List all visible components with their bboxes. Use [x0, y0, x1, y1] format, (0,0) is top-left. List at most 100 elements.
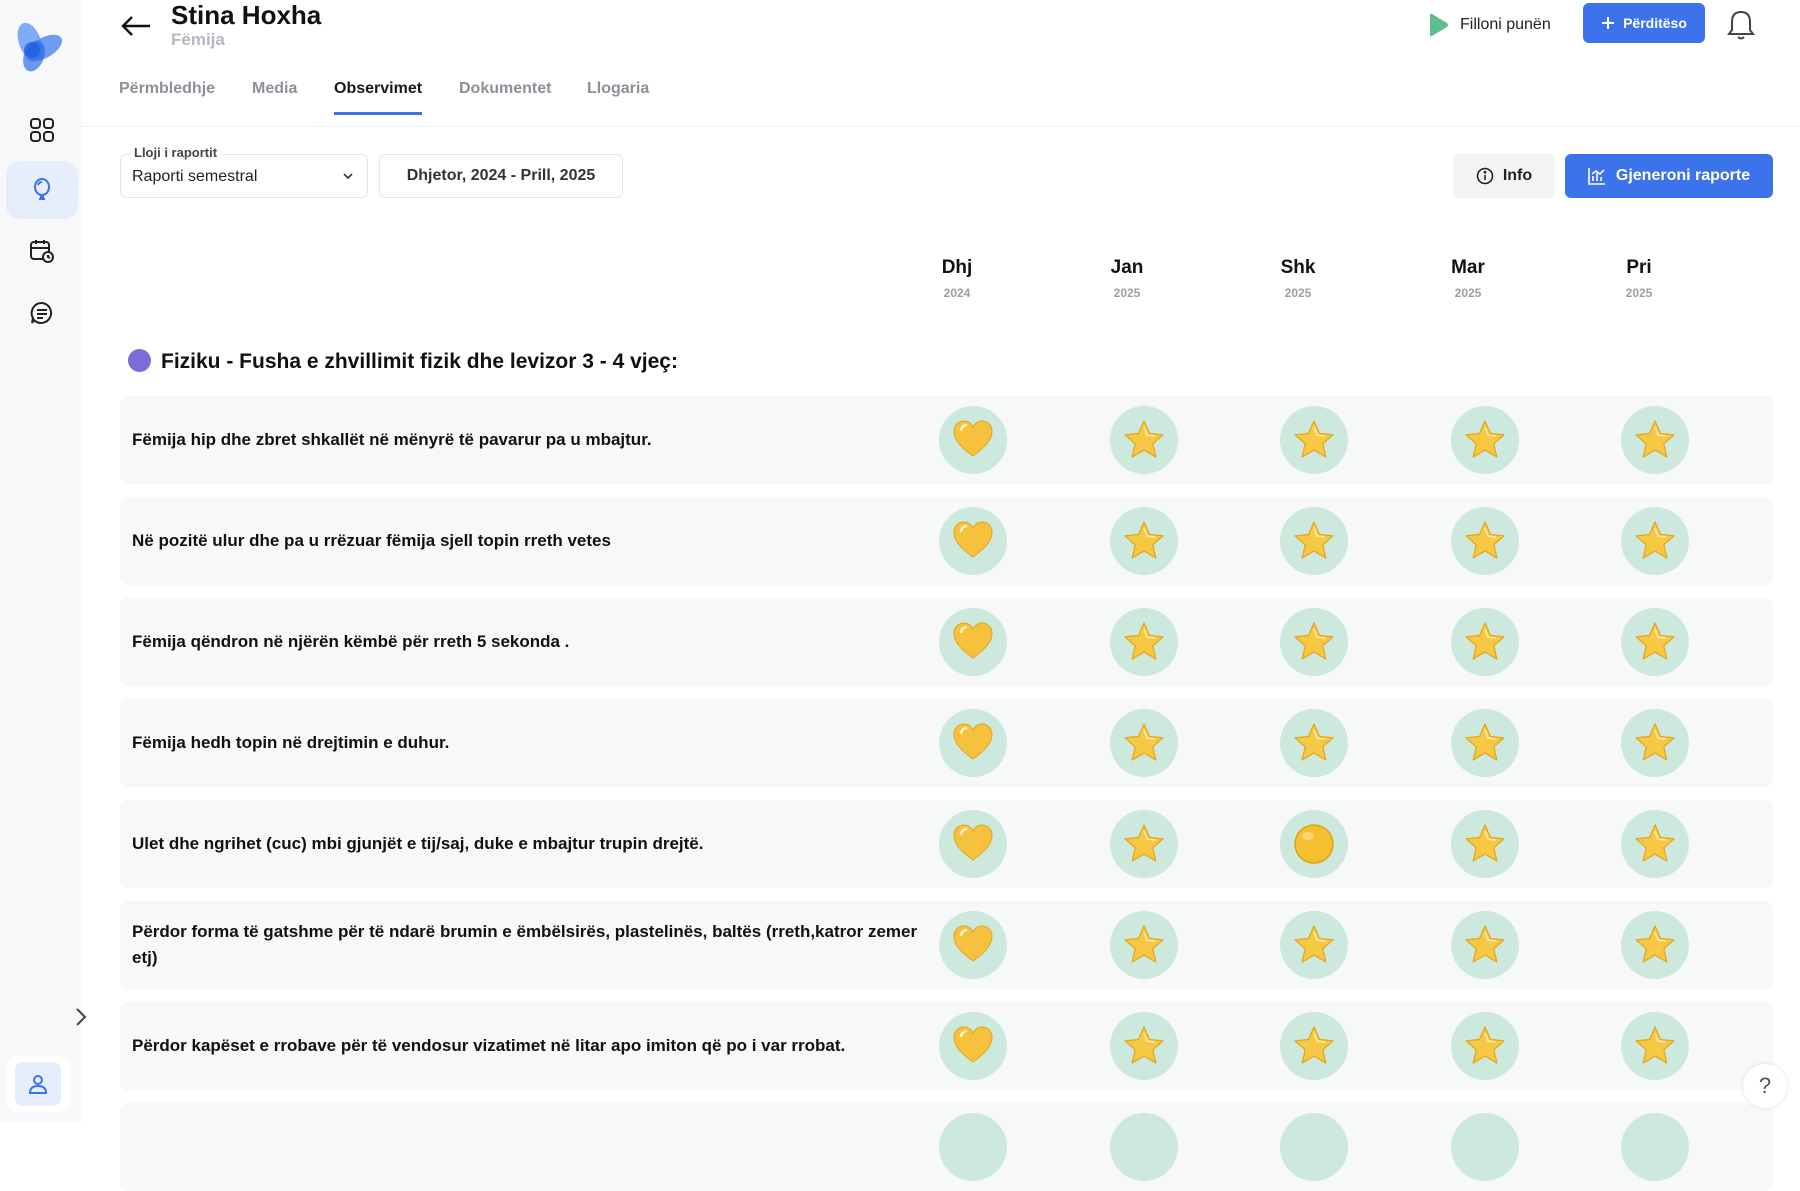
- rating-badge[interactable]: [1110, 709, 1178, 777]
- calendar-clock-icon: [30, 240, 54, 263]
- observation-row: Fëmija qëndron në njërën këmbë për rreth…: [120, 598, 1773, 686]
- rating-badge[interactable]: [1280, 1012, 1348, 1080]
- rating-badge[interactable]: [1621, 1113, 1689, 1181]
- star-icon: [1292, 519, 1336, 563]
- rating-badge[interactable]: [1280, 608, 1348, 676]
- heart-icon: [951, 721, 995, 765]
- heart-icon: [951, 620, 995, 664]
- observation-row: Përdor forma të gatshme për të ndarë bru…: [120, 901, 1773, 989]
- user-profile-button[interactable]: [15, 1062, 61, 1106]
- app-logo-icon[interactable]: [8, 18, 66, 76]
- rating-badge[interactable]: [1110, 1012, 1178, 1080]
- star-icon: [1463, 721, 1507, 765]
- chat-icon: [30, 301, 53, 324]
- page-subtitle: Fëmija: [171, 30, 225, 49]
- star-icon: [1122, 418, 1166, 462]
- rating-badge[interactable]: [939, 507, 1007, 575]
- sidebar-item-dashboard[interactable]: [6, 101, 78, 159]
- update-button[interactable]: Përditëso: [1583, 3, 1705, 43]
- star-icon: [1122, 519, 1166, 563]
- tab-documents[interactable]: Dokumentet: [459, 80, 551, 112]
- back-arrow-icon[interactable]: [118, 8, 154, 44]
- month-year: 2024: [943, 286, 971, 300]
- sidebar-item-calendar[interactable]: [6, 222, 78, 280]
- tab-account[interactable]: Llogaria: [587, 80, 649, 112]
- star-icon: [1292, 721, 1336, 765]
- rating-badge[interactable]: [1451, 507, 1519, 575]
- month-name: Pri: [1626, 257, 1652, 278]
- expand-sidebar-button[interactable]: [66, 1000, 96, 1034]
- rating-badge[interactable]: [939, 406, 1007, 474]
- chevron-right-icon: [76, 1008, 87, 1026]
- rating-badge[interactable]: [1451, 810, 1519, 878]
- observation-row: Fëmija hedh topin në drejtimin e duhur.: [120, 699, 1773, 787]
- rating-badge[interactable]: [939, 810, 1007, 878]
- rating-badge[interactable]: [1110, 406, 1178, 474]
- tab-summary[interactable]: Përmbledhje: [119, 80, 215, 112]
- update-label: Përditëso: [1623, 15, 1687, 31]
- rating-badge[interactable]: [1280, 406, 1348, 474]
- tab-media[interactable]: Media: [252, 80, 297, 112]
- observation-row: Në pozitë ulur dhe pa u rrëzuar fëmija s…: [120, 497, 1773, 585]
- bell-icon[interactable]: [1726, 8, 1756, 42]
- sidebar-item-messages[interactable]: [6, 284, 78, 342]
- rating-badge[interactable]: [1280, 507, 1348, 575]
- help-label: ?: [1758, 1073, 1772, 1098]
- star-icon: [1633, 721, 1677, 765]
- section-color-dot: [128, 349, 151, 372]
- generate-reports-button[interactable]: Gjeneroni raporte: [1565, 154, 1773, 198]
- star-icon: [1463, 822, 1507, 866]
- rating-badge[interactable]: [939, 1113, 1007, 1181]
- heart-icon: [951, 923, 995, 967]
- help-button[interactable]: ?: [1743, 1064, 1787, 1108]
- rating-badge[interactable]: [939, 709, 1007, 777]
- rating-badge[interactable]: [1451, 608, 1519, 676]
- rating-badge[interactable]: [1451, 1012, 1519, 1080]
- rating-badge[interactable]: [1280, 709, 1348, 777]
- rating-badge[interactable]: [1451, 406, 1519, 474]
- rating-badge[interactable]: [1621, 507, 1689, 575]
- star-icon: [1633, 923, 1677, 967]
- tab-observations[interactable]: Observimet: [334, 80, 423, 115]
- rating-badge[interactable]: [1110, 507, 1178, 575]
- star-icon: [1292, 1024, 1336, 1068]
- info-icon: [1476, 167, 1494, 185]
- rating-badge[interactable]: [1621, 911, 1689, 979]
- rating-badge[interactable]: [1451, 911, 1519, 979]
- observation-text: Në pozitë ulur dhe pa u rrëzuar fëmija s…: [132, 531, 611, 550]
- rating-badge[interactable]: [1621, 1012, 1689, 1080]
- heart-icon: [951, 822, 995, 866]
- month-column-header: Mar 2025: [1418, 256, 1518, 300]
- month-name: Jan: [1110, 257, 1144, 278]
- generate-reports-label: Gjeneroni raporte: [1615, 167, 1751, 184]
- rating-badge[interactable]: [1110, 911, 1178, 979]
- rating-badge[interactable]: [1280, 810, 1348, 878]
- rating-badge[interactable]: [1621, 709, 1689, 777]
- rating-badge[interactable]: [1110, 1113, 1178, 1181]
- start-work-button[interactable]: Filloni punën: [1426, 10, 1551, 40]
- report-type-value: Raporti semestral: [132, 168, 258, 185]
- rating-badge[interactable]: [1621, 810, 1689, 878]
- month-year: 2025: [1284, 286, 1312, 300]
- star-icon: [1633, 418, 1677, 462]
- rating-badge[interactable]: [1110, 608, 1178, 676]
- month-name: Mar: [1451, 257, 1485, 278]
- rating-badge[interactable]: [939, 1012, 1007, 1080]
- user-icon: [28, 1075, 48, 1094]
- rating-badge[interactable]: [1280, 911, 1348, 979]
- rating-badge[interactable]: [1110, 810, 1178, 878]
- month-name: Dhj: [941, 257, 973, 278]
- date-range-picker[interactable]: Dhjetor, 2024 - Prill, 2025: [379, 154, 623, 198]
- rating-badge[interactable]: [1280, 1113, 1348, 1181]
- start-work-label: Filloni punën: [1460, 16, 1551, 33]
- rating-badge[interactable]: [1451, 1113, 1519, 1181]
- rating-badge[interactable]: [939, 911, 1007, 979]
- rating-badge[interactable]: [1621, 608, 1689, 676]
- info-button[interactable]: Info: [1453, 154, 1555, 198]
- observation-text: Fëmija hedh topin në drejtimin e duhur.: [132, 733, 450, 752]
- rating-badge[interactable]: [1451, 709, 1519, 777]
- report-type-select[interactable]: Lloji i raportit Raporti semestral: [120, 145, 368, 198]
- sidebar-item-children[interactable]: [6, 161, 78, 219]
- rating-badge[interactable]: [1621, 406, 1689, 474]
- rating-badge[interactable]: [939, 608, 1007, 676]
